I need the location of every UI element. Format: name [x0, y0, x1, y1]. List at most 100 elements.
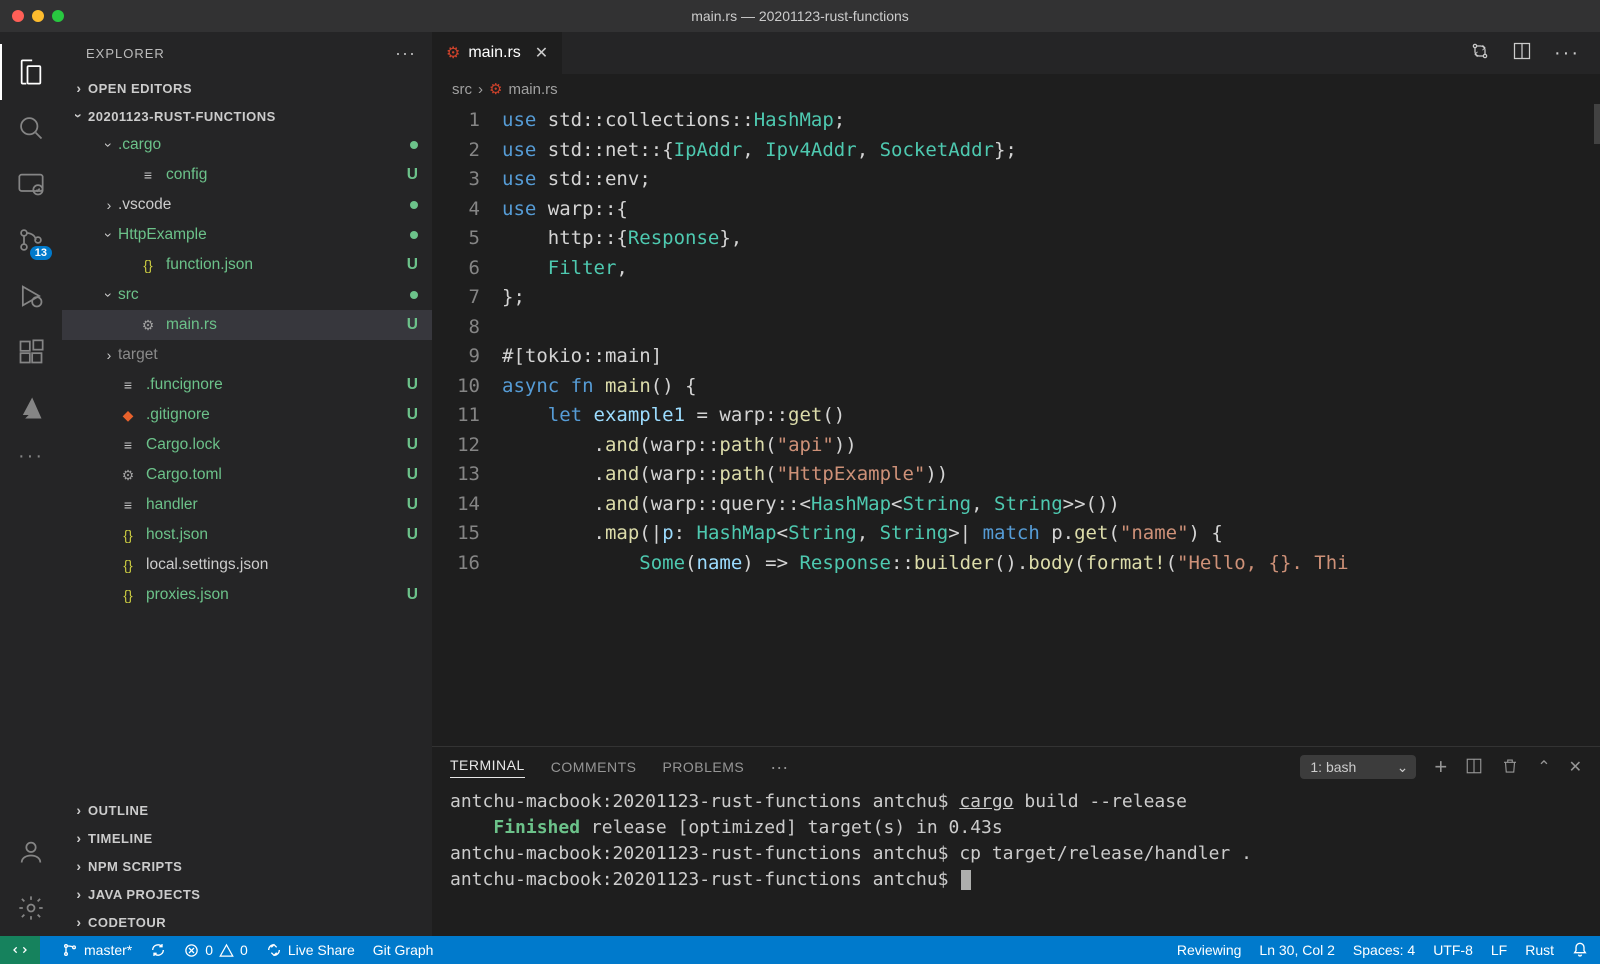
code-line[interactable] [502, 313, 1600, 343]
file-name: HttpExample [118, 226, 410, 244]
live-share-button[interactable]: Live Share [266, 942, 355, 958]
file-tree-item[interactable]: ›HttpExample [62, 220, 432, 250]
window-controls [0, 10, 64, 22]
file-tree-item[interactable]: ≡configU [62, 160, 432, 190]
maximize-panel-icon[interactable]: ⌃ [1537, 757, 1550, 777]
problems-status[interactable]: 0 0 [184, 942, 248, 958]
settings-button[interactable] [0, 880, 62, 936]
remote-explorer-tab[interactable] [0, 156, 62, 212]
reviewing-status[interactable]: Reviewing [1177, 942, 1242, 958]
notifications-icon[interactable] [1572, 942, 1588, 958]
file-tree-item[interactable]: ≡Cargo.lockU [62, 430, 432, 460]
code-line[interactable]: Filter, [502, 254, 1600, 284]
language-mode[interactable]: Rust [1525, 942, 1554, 958]
file-tree-item[interactable]: ›src [62, 280, 432, 310]
maximize-window-button[interactable] [52, 10, 64, 22]
file-tree-item[interactable]: {}function.jsonU [62, 250, 432, 280]
chevron-right-icon: › [100, 347, 118, 363]
editor-area: ⚙ main.rs ✕ ··· src › ⚙ main.rs 12345678… [432, 32, 1600, 936]
editor-actions: ··· [1450, 32, 1600, 74]
accounts-button[interactable] [0, 824, 62, 880]
code-line[interactable]: .and(warp::query::<HashMap<String, Strin… [502, 490, 1600, 520]
tab-main-rs[interactable]: ⚙ main.rs ✕ [432, 32, 562, 74]
project-section[interactable]: › 20201123-RUST-FUNCTIONS [62, 102, 432, 130]
compare-changes-icon[interactable] [1470, 41, 1490, 66]
code-line[interactable]: Some(name) => Response::builder().body(f… [502, 549, 1600, 579]
breadcrumb-file[interactable]: main.rs [508, 81, 557, 98]
git-status-letter: U [402, 586, 418, 604]
file-tree-item[interactable]: {}local.settings.json [62, 550, 432, 580]
remote-button[interactable] [0, 936, 40, 964]
file-tree-item[interactable]: ›.vscode [62, 190, 432, 220]
code-editor[interactable]: 12345678910111213141516 use std::collect… [432, 104, 1600, 746]
chevron-right-icon: › [70, 830, 88, 846]
editor-more-icon[interactable]: ··· [1554, 42, 1580, 65]
file-tree-item[interactable]: ⚙main.rsU [62, 310, 432, 340]
file-tree-item[interactable]: ≡.funcignoreU [62, 370, 432, 400]
file-tree-item[interactable]: {}proxies.jsonU [62, 580, 432, 610]
git-graph-button[interactable]: Git Graph [373, 942, 434, 958]
encoding-status[interactable]: UTF-8 [1433, 942, 1473, 958]
split-editor-icon[interactable] [1512, 41, 1532, 66]
run-debug-tab[interactable] [0, 268, 62, 324]
code-line[interactable]: .and(warp::path("api")) [502, 431, 1600, 461]
file-tree-item[interactable]: ›target [62, 340, 432, 370]
rust-file-icon: ⚙ [489, 80, 502, 98]
sidebar-section[interactable]: ›NPM SCRIPTS [62, 852, 432, 880]
code-line[interactable]: .and(warp::path("HttpExample")) [502, 460, 1600, 490]
search-tab[interactable] [0, 100, 62, 156]
file-tree-item[interactable]: {}host.jsonU [62, 520, 432, 550]
code-line[interactable]: let example1 = warp::get() [502, 401, 1600, 431]
file-tree-item[interactable]: ≡handlerU [62, 490, 432, 520]
explorer-tab[interactable] [0, 44, 62, 100]
terminal-tab[interactable]: TERMINAL [450, 757, 525, 778]
code-line[interactable]: use std::collections::HashMap; [502, 106, 1600, 136]
file-tree-item[interactable]: ›.cargo [62, 130, 432, 160]
code-line[interactable]: async fn main() { [502, 372, 1600, 402]
close-window-button[interactable] [12, 10, 24, 22]
sync-button[interactable] [150, 942, 166, 958]
more-tab[interactable]: ··· [0, 436, 62, 476]
comments-tab[interactable]: COMMENTS [551, 759, 637, 775]
code-content[interactable]: use std::collections::HashMap;use std::n… [502, 104, 1600, 746]
cursor-position[interactable]: Ln 30, Col 2 [1259, 942, 1335, 958]
git-branch[interactable]: master* [62, 942, 132, 958]
code-line[interactable]: use std::env; [502, 165, 1600, 195]
sidebar-section[interactable]: ›CODETOUR [62, 908, 432, 936]
file-tree-item[interactable]: ◆.gitignoreU [62, 400, 432, 430]
minimize-window-button[interactable] [32, 10, 44, 22]
git-status-letter: U [402, 256, 418, 274]
file-name: .gitignore [146, 406, 402, 424]
code-line[interactable]: }; [502, 283, 1600, 313]
explorer-more-icon[interactable]: ··· [395, 43, 416, 64]
file-name: .cargo [118, 136, 410, 154]
source-control-tab[interactable]: 13 [0, 212, 62, 268]
code-line[interactable]: .map(|p: HashMap<String, String>| match … [502, 519, 1600, 549]
sidebar-section[interactable]: ›OUTLINE [62, 796, 432, 824]
minimap[interactable] [1594, 104, 1600, 144]
close-tab-icon[interactable]: ✕ [535, 43, 548, 63]
code-line[interactable]: use warp::{ [502, 195, 1600, 225]
file-tree-item[interactable]: ⚙Cargo.tomlU [62, 460, 432, 490]
breadcrumb[interactable]: src › ⚙ main.rs [432, 74, 1600, 104]
terminal-body[interactable]: antchu-macbook:20201123-rust-functions a… [432, 787, 1600, 936]
problems-tab[interactable]: PROBLEMS [662, 759, 744, 775]
new-terminal-icon[interactable]: + [1434, 754, 1447, 780]
sidebar-section[interactable]: ›JAVA PROJECTS [62, 880, 432, 908]
split-terminal-icon[interactable] [1465, 757, 1483, 778]
close-panel-icon[interactable]: ✕ [1569, 757, 1582, 777]
kill-terminal-icon[interactable] [1501, 757, 1519, 778]
code-line[interactable]: #[tokio::main] [502, 342, 1600, 372]
azure-tab[interactable] [0, 380, 62, 436]
status-bar: master* 0 0 Live Share Git Graph Reviewi… [0, 936, 1600, 964]
breadcrumb-folder[interactable]: src [452, 81, 472, 98]
code-line[interactable]: http::{Response}, [502, 224, 1600, 254]
sidebar-section[interactable]: ›TIMELINE [62, 824, 432, 852]
panel-more-icon[interactable]: ··· [770, 757, 788, 778]
terminal-selector[interactable]: 1: bash ⌄ [1300, 755, 1416, 779]
open-editors-section[interactable]: › OPEN EDITORS [62, 74, 432, 102]
code-line[interactable]: use std::net::{IpAddr, Ipv4Addr, SocketA… [502, 136, 1600, 166]
indentation-status[interactable]: Spaces: 4 [1353, 942, 1415, 958]
eol-status[interactable]: LF [1491, 942, 1507, 958]
extensions-tab[interactable] [0, 324, 62, 380]
